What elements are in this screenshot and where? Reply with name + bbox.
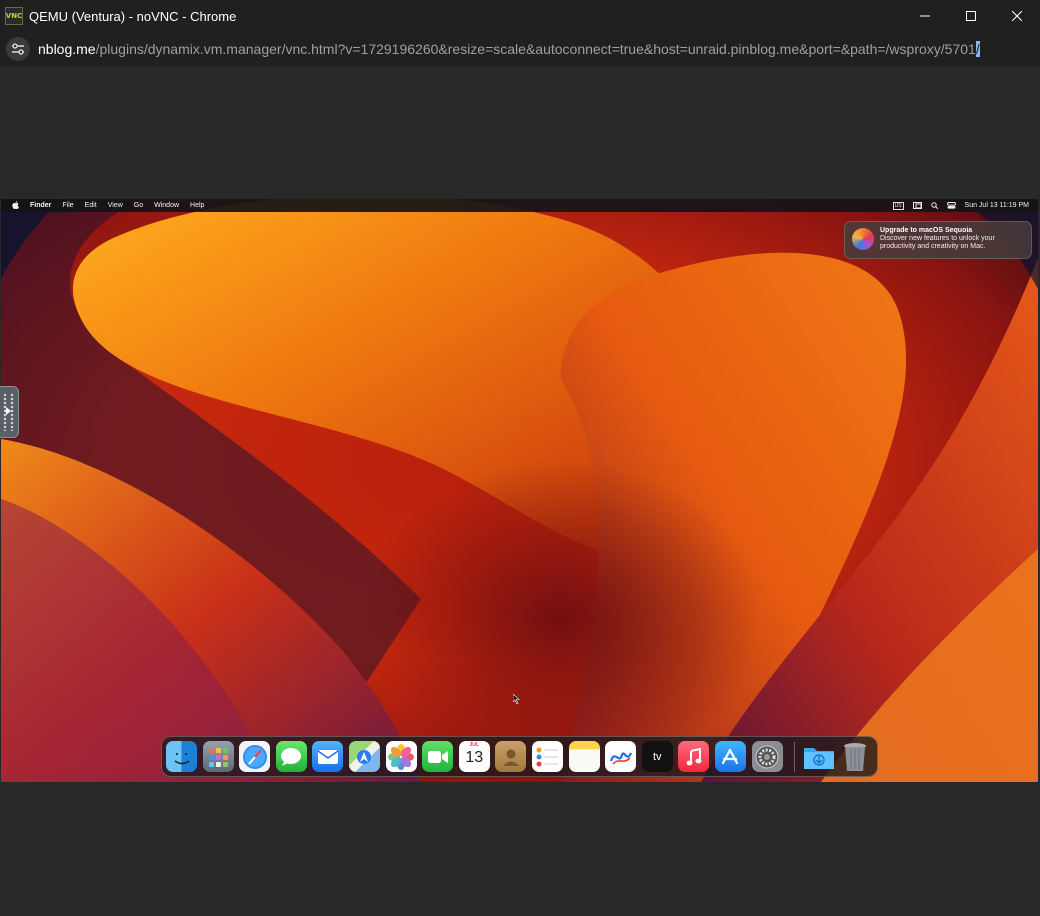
freeform-icon[interactable] (605, 741, 637, 772)
reminders-icon[interactable] (531, 741, 563, 772)
macos-sequoia-icon (852, 228, 874, 250)
facetime-icon[interactable] (422, 741, 454, 772)
notification-title: Upgrade to macOS Sequoia (880, 227, 973, 234)
novnc-control-bar-handle[interactable] (0, 386, 19, 438)
window-controls (902, 0, 1040, 32)
site-info-button[interactable] (6, 37, 30, 61)
vnc-screen[interactable]: Finder File Edit View Go Window Help US … (1, 199, 1038, 782)
music-icon[interactable] (678, 741, 710, 772)
close-button[interactable] (994, 0, 1040, 32)
minimize-button[interactable] (902, 0, 948, 32)
dock-separator (794, 741, 796, 772)
notification-text: Upgrade to macOS Sequoia Discover new fe… (880, 227, 1028, 258)
spotlight-search-icon[interactable] (930, 202, 938, 209)
macos-menubar: Finder File Edit View Go Window Help US … (1, 199, 1038, 212)
address-bar: nblog.me/plugins/dynamix.vm.manager/vnc.… (0, 32, 1040, 66)
menu-view[interactable]: View (108, 202, 123, 209)
menubar-status-area: US Sun Jul 13 11:19 PM (884, 201, 1029, 210)
vnc-app-icon: VNC (5, 7, 23, 25)
url-field[interactable]: nblog.me/plugins/dynamix.vm.manager/vnc.… (38, 41, 1038, 57)
menu-edit[interactable]: Edit (85, 202, 97, 209)
menu-help[interactable]: Help (190, 202, 204, 209)
contacts-icon[interactable] (495, 741, 527, 772)
window-title: QEMU (Ventura) - noVNC - Chrome (29, 8, 237, 24)
messages-icon[interactable] (275, 741, 307, 772)
mail-icon[interactable] (312, 741, 344, 772)
url-selection: / (975, 41, 980, 57)
menu-file[interactable]: File (62, 202, 73, 209)
url-host: nblog.me (38, 41, 96, 57)
url-path: /plugins/dynamix.vm.manager/vnc.html?v=1… (95, 41, 976, 57)
launchpad-icon[interactable] (202, 741, 234, 772)
maximize-icon (966, 11, 976, 21)
macos-dock: JUL 13 tv (161, 736, 878, 777)
menubar-clock[interactable]: Sun Jul 13 11:19 PM (965, 202, 1029, 209)
notification-body: Discover new features to unlock your pro… (880, 235, 995, 250)
menu-go[interactable]: Go (134, 202, 143, 209)
maps-icon[interactable] (348, 741, 380, 772)
mouse-cursor-icon (513, 694, 520, 704)
photos-icon[interactable] (385, 741, 417, 772)
system-settings-icon[interactable] (751, 741, 783, 772)
menu-window[interactable]: Window (154, 202, 179, 209)
upgrade-notification[interactable]: Upgrade to macOS Sequoia Discover new fe… (844, 221, 1032, 259)
maximize-button[interactable] (948, 0, 994, 32)
app-store-icon[interactable] (714, 741, 746, 772)
window-titlebar: VNC QEMU (Ventura) - noVNC - Chrome (0, 0, 1040, 32)
close-icon (1012, 11, 1022, 21)
calendar-icon[interactable]: JUL 13 (458, 741, 490, 772)
expand-arrow-icon (6, 407, 11, 415)
tune-icon (12, 43, 24, 55)
screen-mirroring-icon[interactable] (912, 202, 922, 209)
notes-icon[interactable] (568, 741, 600, 772)
menu-finder[interactable]: Finder (30, 202, 51, 209)
downloads-folder-icon[interactable] (803, 741, 835, 772)
calendar-month: JUL (469, 742, 479, 748)
minimize-icon (920, 15, 930, 17)
apple-icon[interactable] (12, 200, 19, 211)
browser-viewport: Finder File Edit View Go Window Help US … (0, 66, 1040, 916)
safari-icon[interactable] (239, 741, 271, 772)
calendar-day: 13 (465, 749, 484, 766)
finder-icon[interactable] (166, 741, 197, 772)
trash-icon[interactable] (840, 741, 871, 772)
tv-label: tv (652, 750, 662, 763)
control-center-icon[interactable] (946, 202, 956, 209)
tv-icon[interactable]: tv (641, 741, 673, 772)
input-source-indicator[interactable]: US (892, 201, 904, 210)
